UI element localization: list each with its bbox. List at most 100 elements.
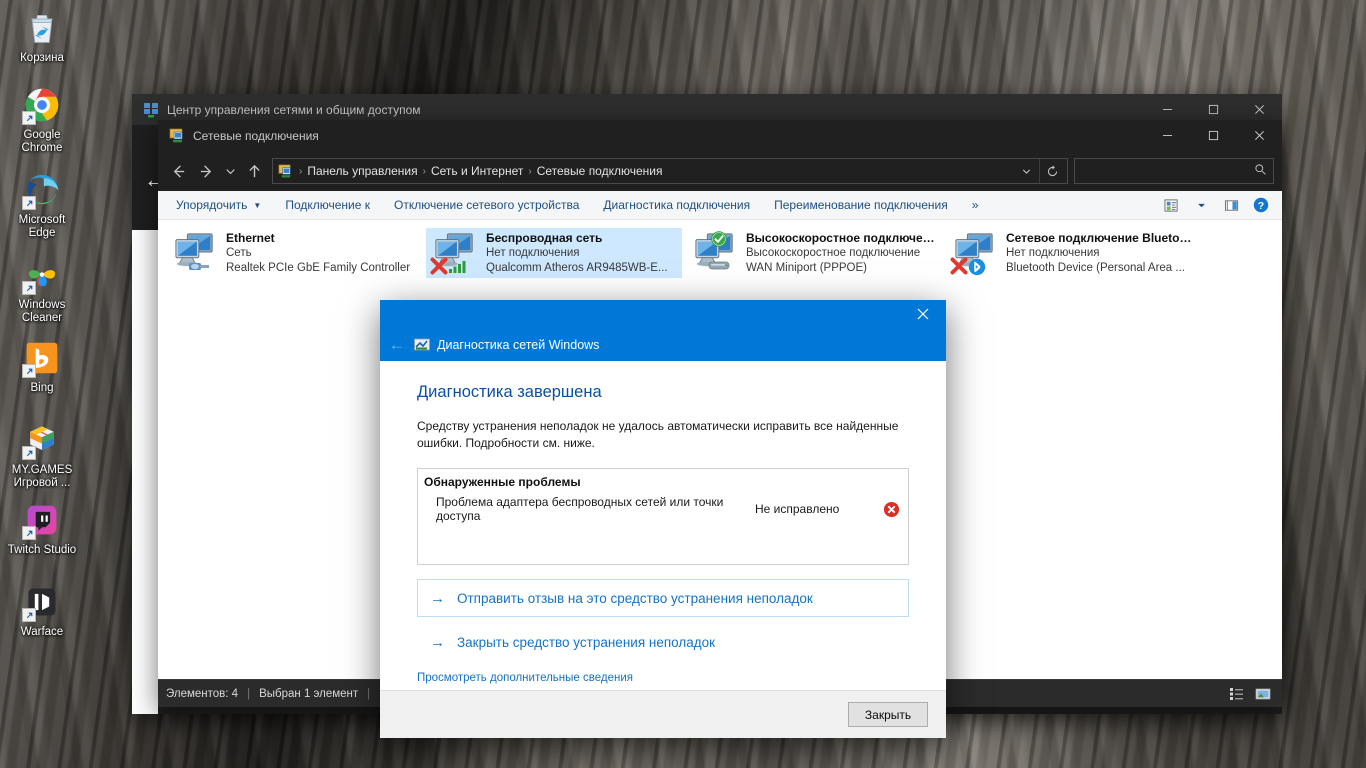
command-connect-to[interactable]: Подключение к	[273, 192, 382, 219]
desktop-icon-my-games[interactable]: MY.GAMES Игровой ...	[4, 420, 80, 490]
breadcrumb-item-control-panel[interactable]: Панель управления	[303, 164, 421, 178]
command-diagnose-connection[interactable]: Диагностика подключения	[591, 192, 762, 219]
connection-status: Нет подключения	[1006, 246, 1100, 259]
help-icon[interactable]: ?	[1246, 192, 1276, 219]
bing-icon	[22, 338, 62, 378]
large-icons-view-icon[interactable]	[1252, 684, 1274, 704]
connection-tile[interactable]: Сетевое подключение Bluetooth Нет подключ…	[946, 228, 1202, 278]
command-overflow-button[interactable]: »	[960, 192, 991, 219]
desktop-icon-bing[interactable]: Bing	[4, 338, 80, 395]
connection-tiles: Ethernet Сеть Realtek PCIe GbE Family Cont…	[164, 228, 1276, 278]
network-adapter-icon	[430, 231, 480, 275]
preview-pane-icon[interactable]	[1216, 192, 1246, 219]
close-troubleshooter-link[interactable]: → Закрыть средство устранения неполадок	[430, 635, 909, 650]
desktop-icon-recycle-bin[interactable]: Корзина	[4, 8, 80, 65]
disconnected-red-x-icon	[430, 257, 448, 280]
dialog-description: Средству устранения неполадок не удалось…	[417, 419, 899, 450]
details-view-icon[interactable]	[1226, 684, 1248, 704]
desktop-icon-windows-cleaner[interactable]: Windows Cleaner	[4, 255, 80, 325]
problem-status: Не исправлено	[755, 502, 840, 516]
layout-options-icon[interactable]	[1156, 192, 1186, 219]
problem-name: Проблема адаптера беспроводных сетей или…	[436, 495, 724, 523]
shortcut-overlay-icon	[22, 111, 36, 125]
search-icon	[1254, 163, 1267, 179]
desktop-icon-label: Microsoft Edge	[18, 214, 66, 239]
address-chevron-down-icon[interactable]	[1013, 159, 1039, 183]
front-window-maximize-button[interactable]	[1190, 120, 1236, 151]
dialog-close-button[interactable]: Закрыть	[848, 702, 928, 727]
front-window-close-button[interactable]	[1236, 120, 1282, 151]
connection-status: Высокоскоростное подключение	[746, 246, 921, 259]
search-input[interactable]	[1081, 164, 1254, 178]
connection-device: WAN Miniport (PPPOE)	[746, 261, 867, 274]
send-feedback-link[interactable]: → Отправить отзыв на это средство устран…	[430, 591, 813, 606]
front-window-minimize-button[interactable]	[1144, 120, 1190, 151]
breadcrumb-item-network-connections[interactable]: Сетевые подключения	[533, 164, 667, 178]
back-arrow-icon[interactable]: ←	[380, 336, 414, 353]
shortcut-overlay-icon	[22, 526, 36, 540]
connection-text: Ethernet Сеть Realtek PCIe GbE Family Cont…	[226, 231, 410, 276]
desktop-icon-label: MY.GAMES Игровой ...	[11, 464, 73, 489]
desktop-icon-twitch-studio[interactable]: Twitch Studio	[4, 500, 80, 557]
desktop-icon-label: Warface	[20, 626, 64, 638]
status-separator: |	[247, 687, 251, 700]
ethernet-cable-icon	[188, 258, 210, 279]
recent-locations-chevron-down-icon[interactable]	[220, 156, 240, 186]
windows-cleaner-icon	[22, 255, 62, 295]
connection-status: Нет подключения	[486, 246, 580, 259]
connection-tile[interactable]: Беспроводная сеть Нет подключения Qualcomm…	[426, 228, 682, 278]
wifi-signal-icon	[448, 258, 468, 279]
desktop-icon-warface[interactable]: Warface	[4, 582, 80, 639]
twitch-studio-icon	[22, 500, 62, 540]
command-disable-device[interactable]: Отключение сетевого устройства	[382, 192, 591, 219]
network-adapter-icon	[950, 231, 1000, 276]
connection-device: Qualcomm Atheros AR9485WB-E...	[486, 261, 668, 274]
connection-status: Сеть	[226, 246, 252, 259]
connection-tile[interactable]: Ethernet Сеть Realtek PCIe GbE Family Cont…	[166, 228, 422, 278]
network-diagnostics-icon	[414, 337, 430, 353]
network-sharing-center-icon	[143, 102, 159, 118]
front-window-titlebar[interactable]: Сетевые подключения	[158, 120, 1282, 151]
dialog-close-icon[interactable]	[900, 300, 946, 327]
command-organize[interactable]: Упорядочить ▼	[164, 192, 273, 219]
desktop-icon-label: Windows Cleaner	[18, 299, 66, 324]
shortcut-overlay-icon	[22, 196, 36, 210]
desktop-icon-microsoft-edge[interactable]: Microsoft Edge	[4, 170, 80, 240]
connection-text: Беспроводная сеть Нет подключения Qualcomm…	[486, 231, 668, 276]
connection-text: Высокоскоростное подключение Высокоскорос…	[746, 231, 936, 276]
command-rename-connection[interactable]: Переименование подключения	[762, 192, 960, 219]
connection-name: Ethernet	[226, 230, 275, 245]
connection-tile[interactable]: Высокоскоростное подключение Высокоскорос…	[686, 228, 942, 278]
shortcut-overlay-icon	[22, 608, 36, 622]
error-cross-icon	[883, 501, 900, 518]
send-feedback-action[interactable]: → Отправить отзыв на это средство устран…	[417, 579, 909, 617]
network-diagnostics-dialog[interactable]: ← Диагностика сетей Windows Диагностика …	[380, 300, 946, 738]
refresh-icon[interactable]	[1039, 159, 1065, 183]
svg-text:?: ?	[1258, 200, 1264, 212]
my-games-icon	[22, 420, 62, 460]
dialog-nav: ← Диагностика сетей Windows	[380, 328, 600, 361]
connection-text: Сетевое подключение Bluetooth Нет подключ…	[1006, 231, 1196, 276]
close-troubleshooter-action[interactable]: → Закрыть средство устранения неполадок	[417, 635, 909, 650]
microsoft-edge-icon	[22, 170, 62, 210]
forward-button[interactable]	[192, 156, 220, 186]
search-box[interactable]	[1074, 158, 1274, 184]
back-button[interactable]	[164, 156, 192, 186]
dialog-footer: Закрыть	[380, 690, 946, 738]
layout-chevron-down-icon[interactable]	[1186, 192, 1216, 219]
network-adapter-icon	[172, 231, 220, 275]
desktop-icon-label: Корзина	[20, 52, 64, 64]
shortcut-overlay-icon	[22, 281, 36, 295]
detected-problems-box: Обнаруженные проблемы Проблема адаптера …	[417, 468, 909, 565]
breadcrumb-network-connections-icon	[278, 164, 293, 179]
up-button[interactable]	[240, 156, 268, 186]
shortcut-overlay-icon	[22, 364, 36, 378]
breadcrumb-item-network-internet[interactable]: Сеть и Интернет	[427, 164, 527, 178]
desktop-icon-google-chrome[interactable]: Google Chrome	[4, 85, 80, 155]
connected-check-icon	[711, 231, 727, 252]
modem-icon	[708, 258, 730, 276]
back-window-content-panel	[132, 230, 158, 714]
breadcrumb[interactable]: › Панель управления › Сеть и Интернет › …	[272, 158, 1068, 184]
view-detailed-information-link[interactable]: Просмотреть дополнительные сведения	[417, 672, 909, 684]
problem-row: Проблема адаптера беспроводных сетей или…	[422, 495, 900, 523]
